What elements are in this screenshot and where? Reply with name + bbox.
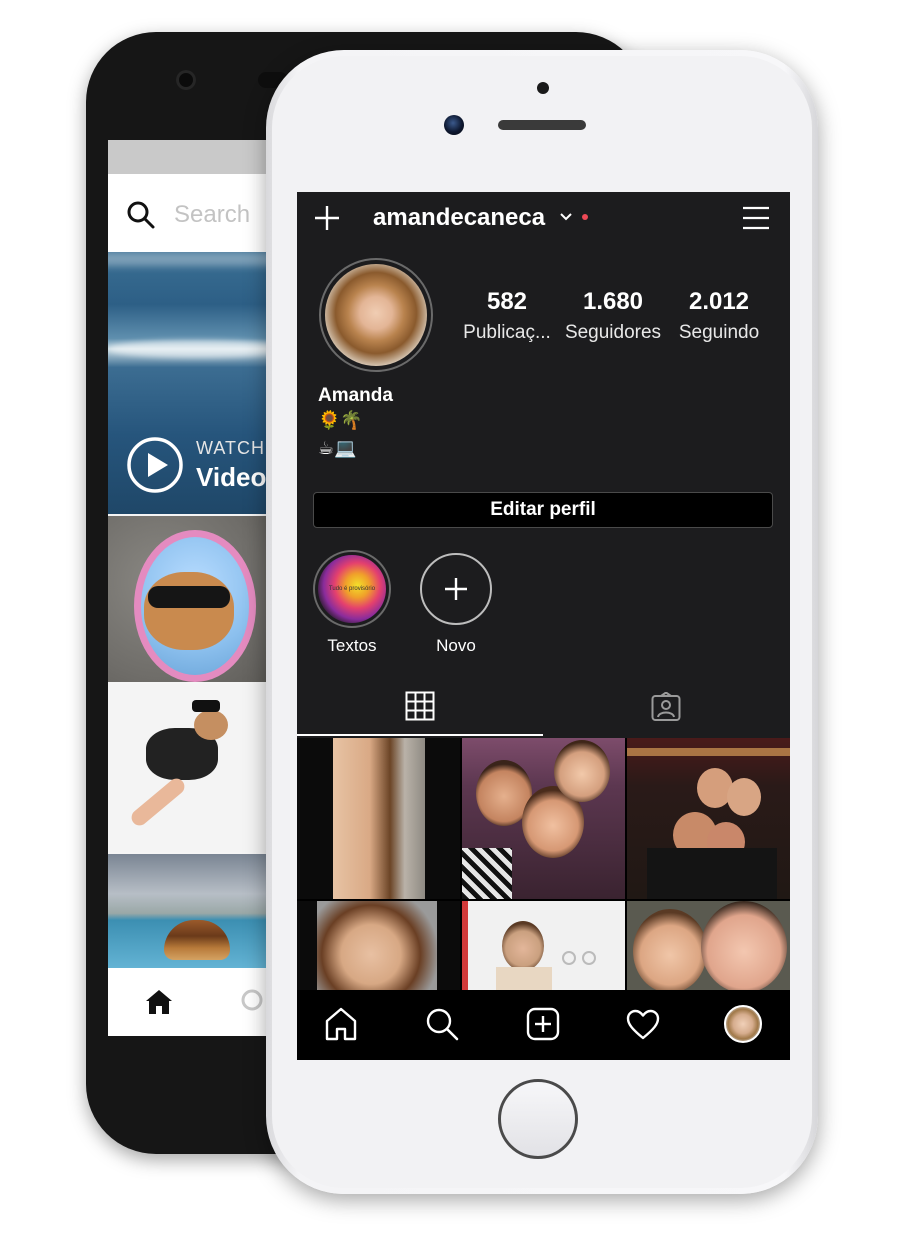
posts-label: Publicaç... — [463, 322, 551, 343]
posts-count: 582 — [486, 288, 528, 315]
play-icon[interactable] — [126, 436, 184, 494]
menu-icon[interactable] — [743, 206, 769, 230]
burger-photo[interactable] — [108, 854, 288, 968]
tab-tagged[interactable] — [543, 678, 790, 736]
highlight-new[interactable]: Novo — [415, 550, 497, 656]
search-icon — [127, 201, 155, 229]
profile-avatar[interactable] — [724, 1005, 762, 1043]
video-label: Video — [196, 462, 267, 492]
followers-stat[interactable]: 1.680 Seguidores — [561, 288, 665, 344]
grid-icon — [405, 691, 435, 721]
highlight-label: Textos — [327, 636, 377, 655]
plus-icon — [445, 578, 467, 600]
status-bar — [108, 140, 288, 174]
following-stat[interactable]: 2.012 Seguindo — [671, 288, 767, 344]
photo-grid — [297, 738, 790, 990]
bio-line-2: ☕💻 — [318, 438, 357, 458]
highlight-textos[interactable]: Tudo é provisório Textos — [311, 550, 393, 656]
search-icon[interactable] — [425, 1007, 459, 1041]
home-icon[interactable] — [325, 1007, 357, 1041]
photo-grid-item[interactable] — [462, 738, 625, 899]
followers-label: Seguidores — [564, 322, 662, 343]
search-input[interactable]: Search — [174, 201, 250, 229]
photo-grid-item[interactable] — [627, 738, 790, 899]
username-header[interactable]: amandecaneca — [373, 204, 545, 232]
add-post-icon[interactable] — [526, 1007, 560, 1041]
search-icon[interactable] — [240, 988, 268, 1016]
home-icon[interactable] — [144, 988, 174, 1016]
back-phone-camera — [176, 70, 196, 90]
following-count: 2.012 — [688, 288, 750, 315]
followers-count: 1.680 — [582, 288, 644, 315]
new-highlight-circle — [420, 553, 492, 625]
notification-dot — [582, 214, 588, 220]
photo-grid-item[interactable] — [297, 738, 460, 899]
home-button[interactable] — [498, 1079, 578, 1159]
front-camera — [444, 115, 464, 135]
earpiece-speaker — [498, 120, 586, 130]
photo-grid-item[interactable] — [297, 901, 460, 990]
dog-photo[interactable] — [108, 684, 288, 852]
back-phone-screen: Search WATCH Video — [108, 140, 288, 1036]
cat-photo[interactable] — [108, 516, 288, 682]
plus-icon[interactable] — [313, 204, 341, 232]
edit-profile-button[interactable]: Editar perfil — [313, 492, 773, 528]
tab-grid[interactable] — [297, 678, 543, 736]
bio-line-1: 🌻🌴 — [318, 410, 363, 430]
posts-stat[interactable]: 582 Publicaç... — [457, 288, 557, 344]
chevron-down-icon[interactable] — [560, 213, 572, 221]
photo-grid-item[interactable] — [627, 901, 790, 990]
photo-grid-item[interactable] — [462, 901, 625, 990]
profile-avatar[interactable] — [319, 258, 433, 372]
front-sensor-dot — [537, 82, 549, 94]
heart-icon[interactable] — [626, 1009, 660, 1041]
highlight-cover: Tudo é provisório — [313, 550, 391, 628]
following-label: Seguindo — [678, 322, 760, 343]
avatar-photo — [325, 264, 427, 366]
tagged-icon — [651, 692, 681, 721]
video-tile[interactable]: WATCH Video — [108, 252, 288, 514]
cat-face — [144, 572, 234, 650]
sunglasses — [148, 586, 230, 608]
watch-label: WATCH — [196, 438, 265, 458]
highlight-cover-text: Tudo é provisório — [328, 586, 376, 592]
bottom-nav — [297, 990, 790, 1060]
display-name: Amanda — [318, 385, 393, 406]
tab-active-indicator — [297, 734, 543, 736]
search-bar[interactable]: Search — [108, 174, 288, 252]
instagram-profile-screen: amandecaneca 582 Publicaç... 1.680 Segui… — [297, 192, 790, 1060]
back-bottom-nav — [108, 968, 288, 1036]
highlight-label: Novo — [436, 636, 476, 655]
